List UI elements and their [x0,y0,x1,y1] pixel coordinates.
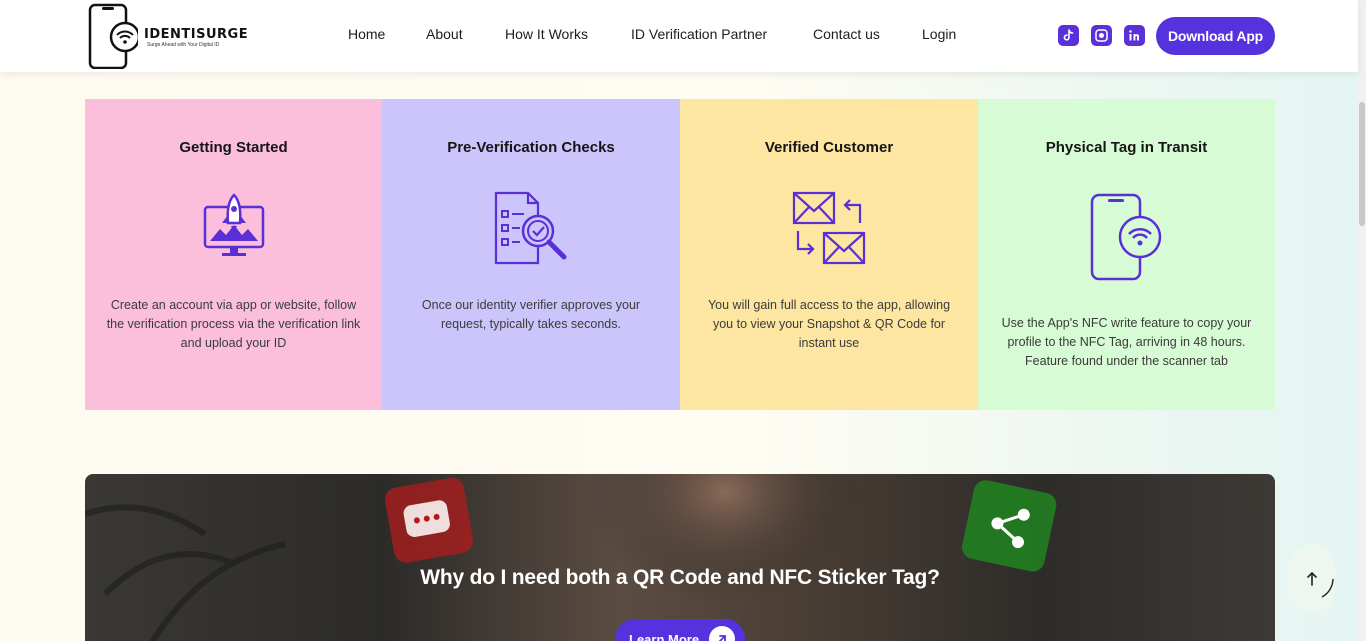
learn-more-label: Learn More [629,631,700,641]
download-app-button[interactable]: Download App [1156,17,1275,55]
arrow-up-icon [1307,571,1334,598]
learn-more-button[interactable]: Learn More [615,619,745,641]
scrollbar-thumb[interactable] [1359,102,1365,226]
step-description: Create an account via app or website, fo… [106,298,361,350]
step-card-getting-started: Getting Started Create an account via ap… [85,99,382,410]
step-description: Once our identity verifier approves your… [421,298,641,331]
brand-tagline: Surge Ahead with Your Digital ID [147,42,220,48]
phone-wifi-logo-icon [88,3,138,69]
nav-contact-us[interactable]: Contact us [813,26,880,42]
step-card-verified-customer: Verified Customer You will gain full acc… [680,99,978,410]
rocket-monitor-icon [203,193,265,256]
linkedin-icon[interactable] [1124,25,1145,46]
scrollbar-track[interactable] [1358,0,1366,641]
nav-id-verification-partner[interactable]: ID Verification Partner [631,26,767,42]
banner-title: Why do I need both a QR Code and NFC Sti… [420,566,940,589]
banner-background-image [85,474,1057,641]
nav-how-it-works[interactable]: How It Works [505,26,588,42]
back-to-top-button[interactable] [1289,545,1335,613]
mail-exchange-icon [792,191,866,265]
step-title: Verified Customer [764,139,894,156]
brand-name: IDENTISURGE [144,27,249,42]
step-title: Physical Tag in Transit [1045,139,1208,156]
faq-banner: Why do I need both a QR Code and NFC Sti… [85,474,1275,641]
step-description: Use the App's NFC write feature to copy … [1001,316,1252,368]
document-search-icon [494,191,567,265]
phone-nfc-icon [1090,193,1162,281]
step-title: Getting Started [179,139,288,156]
tiktok-icon[interactable] [1058,25,1079,46]
nav-home[interactable]: Home [348,26,385,42]
step-card-pre-verification: Pre-Verification Checks Once our identit… [382,99,680,410]
nav-about[interactable]: About [426,26,463,42]
brand-logo[interactable]: IDENTISURGE Surge Ahead with Your Digita… [88,3,258,69]
instagram-icon[interactable] [1091,25,1112,46]
nav-login[interactable]: Login [922,26,956,42]
arrow-up-right-icon [709,626,736,641]
site-header: IDENTISURGE Surge Ahead with Your Digita… [0,0,1358,72]
step-card-physical-tag: Physical Tag in Transit Use the App's NF… [978,99,1275,410]
step-description: You will gain full access to the app, al… [707,298,951,350]
step-title: Pre-Verification Checks [447,139,615,156]
